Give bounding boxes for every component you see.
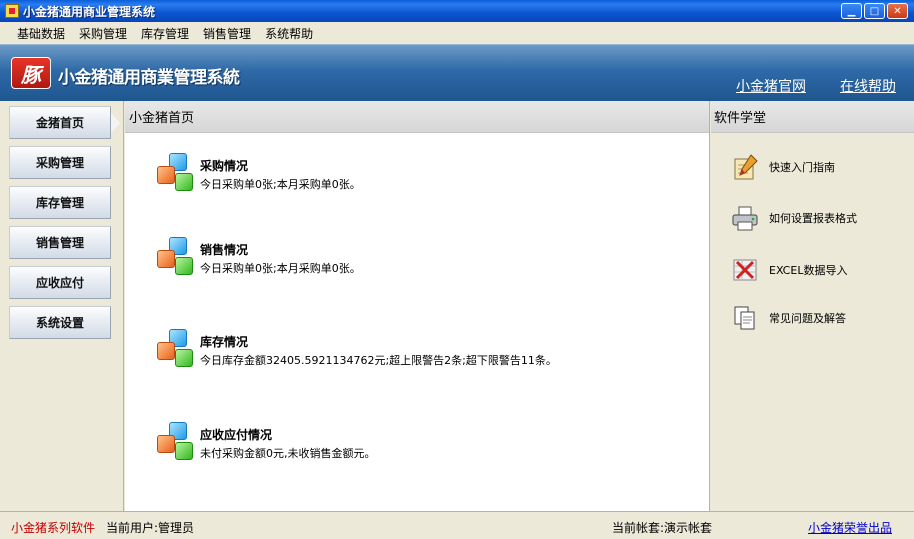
- summary-desc: 今日库存金额32405.5921134762元;超上限警告2条;超下限警告11条…: [200, 354, 557, 367]
- official-site-link[interactable]: 小金猪官网: [736, 76, 806, 96]
- nav-sales[interactable]: 销售管理: [9, 226, 111, 259]
- excel-icon: [731, 256, 759, 284]
- window-titlebar: 小金猪通用商业管理系统 ▁ □ ✕: [0, 0, 914, 22]
- nav-purchase[interactable]: 采购管理: [9, 146, 111, 179]
- menu-bar: 基础数据 采购管理 库存管理 销售管理 系统帮助: [0, 22, 914, 44]
- summary-desc: 今日采购单0张;本月采购单0张。: [200, 178, 361, 191]
- summary-desc: 今日采购单0张;本月采购单0张。: [200, 262, 361, 275]
- summary-title: 采购情况: [200, 159, 249, 173]
- banner-title: 小金猪通用商業管理系統: [58, 68, 240, 88]
- window-controls: ▁ □ ✕: [841, 3, 908, 19]
- online-help-link[interactable]: 在线帮助: [840, 76, 896, 96]
- banner: 豚 小金猪通用商業管理系統 小金猪官网 在线帮助: [0, 44, 914, 101]
- pig-logo-icon: 豚: [11, 57, 51, 89]
- nav-settings[interactable]: 系统设置: [9, 306, 111, 339]
- status-bar: 小金猪系列软件 当前用户:管理员 当前帐套:演示帐套 小金猪荣誉出品: [0, 511, 914, 539]
- menu-sales[interactable]: 销售管理: [196, 25, 258, 42]
- side-link-report-format[interactable]: 如何设置报表格式: [731, 204, 857, 232]
- side-link-label: 如何设置报表格式: [769, 212, 857, 225]
- side-link-label: 快速入门指南: [769, 161, 835, 174]
- maximize-button[interactable]: □: [864, 3, 885, 19]
- software-school-panel: 软件学堂 快速入门指南 如何设置报表格式 EXCEL数据导入 常见问题及解答: [711, 101, 914, 511]
- status-producer-link[interactable]: 小金猪荣誉出品: [808, 519, 892, 536]
- side-link-label: 常见问题及解答: [769, 312, 846, 325]
- status-current-account: 当前帐套:演示帐套: [612, 521, 713, 535]
- nav-receivable-payable[interactable]: 应收应付: [9, 266, 111, 299]
- home-panel: 小金猪首页 采购情况 今日采购单0张;本月采购单0张。 销售情况 今日采购单0张…: [125, 101, 710, 511]
- summary-title: 库存情况: [200, 335, 249, 349]
- nav-home[interactable]: 金猪首页: [9, 106, 120, 139]
- side-link-label: EXCEL数据导入: [769, 264, 848, 277]
- minimize-button[interactable]: ▁: [841, 3, 862, 19]
- panel-title: 小金猪首页: [125, 101, 709, 133]
- menu-help[interactable]: 系统帮助: [258, 25, 320, 42]
- side-panel-title: 软件学堂: [711, 101, 914, 133]
- cubes-icon: [157, 329, 201, 373]
- summary-title: 应收应付情况: [200, 428, 273, 442]
- cubes-icon: [157, 237, 201, 281]
- side-link-quick-start[interactable]: 快速入门指南: [731, 153, 835, 181]
- cubes-icon: [157, 422, 201, 466]
- menu-purchase[interactable]: 采购管理: [72, 25, 134, 42]
- summary-title: 销售情况: [200, 243, 249, 257]
- side-link-excel-import[interactable]: EXCEL数据导入: [731, 256, 847, 284]
- pencil-notepad-icon: [731, 153, 759, 181]
- nav-inventory[interactable]: 库存管理: [9, 186, 111, 219]
- menu-inventory[interactable]: 库存管理: [134, 25, 196, 42]
- menu-basic-data[interactable]: 基础数据: [10, 25, 72, 42]
- status-brand: 小金猪系列软件: [11, 521, 96, 535]
- window-title: 小金猪通用商业管理系统: [23, 4, 156, 19]
- left-nav: 金猪首页 采购管理 库存管理 销售管理 应收应付 系统设置: [0, 101, 124, 511]
- app-icon: [5, 4, 19, 18]
- summary-desc: 未付采购金额0元,未收销售金额元。: [200, 447, 376, 460]
- close-button[interactable]: ✕: [887, 3, 908, 19]
- status-current-user: 当前用户:管理员: [106, 521, 195, 535]
- documents-icon: [731, 304, 759, 332]
- printer-icon: [731, 204, 759, 232]
- side-link-faq[interactable]: 常见问题及解答: [731, 304, 846, 332]
- cubes-icon: [157, 153, 201, 197]
